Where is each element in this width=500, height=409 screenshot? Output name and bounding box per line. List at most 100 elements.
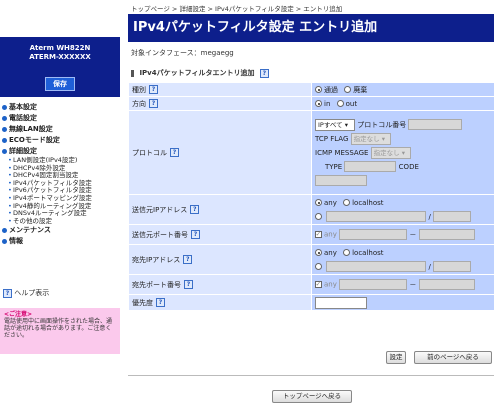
icmp-message-select[interactable]: 指定なし ▾ [370,146,411,159]
section-title-text: IPv4パケットフィルタエントリ追加 [139,69,255,77]
main-content: トップページ > 詳細設定 > IPv4パケットフィルタ設定 > エントリ追加 … [128,0,495,409]
save-button[interactable]: 保存 [45,77,75,91]
source-ip-any-label: any [324,198,337,207]
destination-ip-label: 宛先IPアドレス [132,255,181,264]
destination-ip-any-label: any [324,248,337,257]
help-icon[interactable]: ? [149,85,158,94]
source-ip-localhost-radio[interactable] [343,199,351,206]
sidebar-menu: 基本設定電話設定無線LAN設定ECOモード設定詳細設定LAN側設定(IPv4設定… [0,102,120,247]
device-model: Aterm WH822N [29,44,91,52]
sidebar-item[interactable]: メンテナンス [0,225,120,236]
help-icon: ? [3,288,12,298]
protocol-number-input[interactable] [408,119,463,130]
direction-in-label: in [324,99,331,108]
tcp-flag-label: TCP FLAG [315,134,349,143]
direction-out-radio[interactable] [336,100,344,107]
destination-port-label: 宛先ポート番号 [132,280,181,289]
help-label: ヘルプ表示 [14,289,50,297]
destination-ip-input[interactable] [326,261,427,272]
destination-port-any-checkbox[interactable] [315,280,322,288]
row-type: 種別? 通過 廃棄 [128,82,495,97]
protocol-select[interactable]: IPすべて ▾ [315,118,355,131]
source-ip-mask-input[interactable] [433,211,472,222]
sidebar: Aterm WH822N ATERM-XXXXXX 保存 基本設定 電話設定 無線L… [0,0,120,409]
filter-entry-form: 種別? 通過 廃棄 方向? in out プロトコル? IPすべて ▾ プロトコ… [128,82,495,311]
source-port-label: 送信元ポート番号 [132,230,188,239]
destination-port-any-label: any [324,280,337,289]
type-drop-label: 廃棄 [353,85,368,94]
type-pass-radio[interactable] [315,86,322,93]
destination-ip-custom-radio[interactable] [315,263,322,270]
help-icon[interactable]: ? [149,99,158,108]
direction-out-label: out [345,99,358,108]
sidebar-item[interactable]: その他の設定 [0,217,120,226]
row-destination-ip: 宛先IPアドレス? any localhost / [128,244,495,275]
help-icon[interactable]: ? [259,68,269,78]
destination-ip-slash: / [428,262,431,271]
source-ip-input[interactable] [326,211,427,222]
sidebar-item[interactable]: 電話設定 [0,113,120,124]
help-icon[interactable]: ? [191,230,200,239]
tcp-flag-select[interactable]: 指定なし ▾ [350,132,391,145]
help-icon[interactable]: ? [183,255,193,264]
source-ip-custom-radio[interactable] [315,213,322,220]
section-title: IPv4パケットフィルタエントリ追加 ? [131,68,269,78]
source-ip-localhost-label: localhost [352,198,384,207]
source-ip-label: 送信元IPアドレス [132,205,188,214]
icmp-code-input[interactable] [315,175,367,186]
source-port-end-input[interactable] [418,229,475,240]
source-port-any-label: any [324,230,337,239]
destination-ip-any-radio[interactable] [315,249,322,256]
protocol-number-label: プロトコル番号 [357,120,407,129]
sidebar-item[interactable]: 情報 [0,236,120,247]
type-label: 種別 [132,85,146,94]
icmp-type-input[interactable] [344,161,397,172]
notice-title: <ご注意> [4,311,33,318]
back-button[interactable]: 前のページへ戻る [414,351,492,364]
breadcrumb[interactable]: トップページ > 詳細設定 > IPv4パケットフィルタ設定 > エントリ追加 [131,3,342,13]
page-title: IPv4パケットフィルタ設定 エントリ追加 [128,14,494,42]
help-icon[interactable]: ? [190,205,200,214]
set-button[interactable]: 設定 [386,351,406,364]
device-info-panel: Aterm WH822N ATERM-XXXXXX 保存 [0,37,120,97]
destination-ip-localhost-label: localhost [352,248,384,257]
top-page-button[interactable]: トップページへ戻る [272,390,352,403]
help-toggle[interactable]: ? ヘルプ表示 [3,287,49,299]
icmp-type-label: TYPE [325,162,343,171]
help-icon[interactable]: ? [170,148,179,157]
target-interface: 対象インタフェース：megaegg [131,49,234,57]
source-port-any-checkbox[interactable] [315,230,322,238]
destination-ip-localhost-radio[interactable] [343,249,351,256]
sidebar-item[interactable]: 無線LAN設定 [0,124,120,135]
row-protocol: プロトコル? IPすべて ▾ プロトコル番号 TCP FLAG 指定なし ▾ I… [128,110,495,195]
direction-in-radio[interactable] [315,100,322,107]
source-port-dash: － [409,230,417,239]
priority-input[interactable] [315,296,367,309]
row-priority: 優先度? [128,294,495,311]
row-destination-port: 宛先ポート番号? any － [128,274,495,295]
row-source-port: 送信元ポート番号? any － [128,224,495,245]
source-ip-any-radio[interactable] [315,199,322,206]
row-source-ip: 送信元IPアドレス? any localhost / [128,194,495,225]
divider [128,375,494,376]
type-drop-radio[interactable] [344,86,352,93]
notice-text: 電話使用中に画面操作をされた場合、通話が途切れる場合があります。ご注意ください。 [4,318,113,339]
priority-label: 優先度 [132,298,153,307]
destination-port-end-input[interactable] [418,279,475,290]
source-port-start-input[interactable] [339,229,408,240]
help-icon[interactable]: ? [184,280,193,289]
sidebar-item[interactable]: ECOモード設定 [0,135,120,146]
device-name: ATERM-XXXXXX [29,53,91,61]
row-direction: 方向? in out [128,96,495,111]
direction-label: 方向 [132,99,146,108]
protocol-label: プロトコル [132,148,167,157]
icmp-message-label: ICMP MESSAGE [315,148,369,157]
sidebar-item[interactable]: 基本設定 [0,102,120,113]
destination-ip-mask-input[interactable] [433,261,472,272]
destination-port-start-input[interactable] [339,279,408,290]
type-pass-label: 通過 [324,85,338,94]
destination-port-dash: － [409,280,417,289]
source-ip-slash: / [428,212,431,221]
help-icon[interactable]: ? [156,298,165,307]
notice-box: <ご注意> 電話使用中に画面操作をされた場合、通話が途切れる場合があります。ご注… [0,308,120,354]
